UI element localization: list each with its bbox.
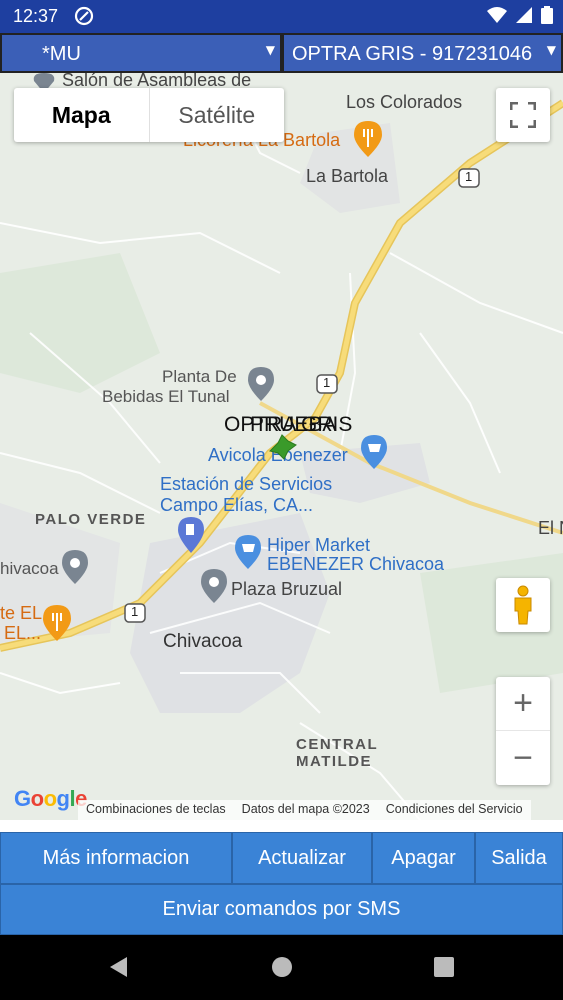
terms-link[interactable]: Condiciones del Servicio: [378, 800, 531, 820]
home-icon[interactable]: [271, 955, 293, 979]
zoom-out-button[interactable]: −: [496, 731, 550, 785]
road-number: 1: [131, 604, 139, 619]
map-label: La Bartola: [306, 166, 389, 186]
map-label: Plaza Bruzual: [231, 579, 343, 599]
map-label: EL...: [4, 623, 42, 643]
map-label: EBENEZER Chivacoa: [267, 554, 445, 574]
shopping-pin-icon: [235, 535, 261, 569]
wifi-icon: [487, 7, 507, 23]
map-label: CENTRAL: [296, 736, 379, 753]
google-logo: Google: [14, 786, 87, 811]
map-type-satellite-button[interactable]: Satélite: [150, 88, 285, 142]
map-label: Bebidas El Tunal: [102, 387, 230, 406]
signal-icon: [516, 7, 532, 23]
map-label: MATILDE: [296, 753, 373, 770]
map-label: PALO VERDE: [35, 511, 147, 528]
battery-icon: [541, 6, 553, 24]
fullscreen-icon: [510, 102, 536, 128]
poi-pin-icon: [248, 367, 274, 401]
map-view[interactable]: 1 1 1 Salón de Asambleas de Los Colorado…: [0, 73, 563, 820]
zoom-controls: + −: [496, 677, 550, 785]
vehicle-marker-icon[interactable]: [268, 433, 298, 461]
poi-pin-icon: [201, 569, 227, 603]
map-label: El N: [538, 518, 563, 538]
recents-icon[interactable]: [433, 955, 455, 979]
update-button[interactable]: Actualizar: [232, 832, 372, 884]
map-type-toggle: Mapa Satélite: [14, 88, 284, 142]
back-icon[interactable]: [107, 955, 129, 979]
map-data-text: Datos del mapa ©2023: [241, 802, 370, 816]
map-type-map-button[interactable]: Mapa: [14, 88, 150, 142]
group-selector[interactable]: *MU ▼: [0, 33, 282, 73]
gas-station-pin-icon: [178, 517, 204, 553]
more-info-button[interactable]: Más informacion: [0, 832, 232, 884]
map-footer: Combinaciones de teclas Datos del mapa ©…: [78, 800, 531, 820]
map-label: Hiper Market: [267, 535, 371, 555]
road-number: 1: [465, 169, 473, 184]
turn-off-button[interactable]: Apagar: [372, 832, 475, 884]
zoom-in-button[interactable]: +: [496, 677, 550, 731]
send-sms-commands-button[interactable]: Enviar comandos por SMS: [0, 884, 563, 935]
street-view-button[interactable]: [496, 578, 550, 632]
vehicle-selector-value: OPTRA GRIS - 917231046: [292, 43, 533, 65]
vehicle-selector[interactable]: OPTRA GRIS - 917231046 ▼: [282, 33, 563, 73]
map-label: hivacoa: [0, 559, 59, 578]
exit-button[interactable]: Salida: [475, 832, 563, 884]
pegman-icon: [514, 585, 532, 625]
group-selector-value: *MU: [42, 43, 81, 65]
map-label: Campo Elías, CA...: [160, 495, 314, 515]
dropdown-arrow-icon: ▼: [546, 43, 556, 57]
restaurant-pin-icon: [354, 121, 382, 157]
navigation-bar: [0, 935, 563, 1000]
fullscreen-button[interactable]: [496, 88, 550, 142]
action-button-row: Más informacion Actualizar Apagar Salida: [0, 832, 563, 884]
map-label: Los Colorados: [346, 92, 463, 112]
action-area: Más informacion Actualizar Apagar Salida…: [0, 820, 563, 935]
poi-pin-icon: [62, 550, 88, 584]
restaurant-pin-icon: [43, 605, 71, 641]
dropdown-arrow-icon: ▼: [265, 43, 275, 57]
selector-bar: *MU ▼ OPTRA GRIS - 917231046 ▼: [0, 33, 563, 73]
status-time: 12:37: [13, 6, 59, 26]
map-label: Planta De: [162, 367, 237, 386]
app-notification-icon: [74, 6, 94, 26]
road-number: 1: [323, 375, 331, 390]
map-label: Chivacoa: [163, 631, 243, 652]
map-label: te EL: [0, 603, 43, 623]
shopping-pin-icon: [361, 435, 387, 469]
status-icons: [487, 6, 553, 24]
status-bar: 12:37: [0, 0, 563, 33]
keyboard-shortcuts-link[interactable]: Combinaciones de teclas: [78, 800, 234, 820]
map-label: Estación de Servicios: [160, 474, 333, 494]
